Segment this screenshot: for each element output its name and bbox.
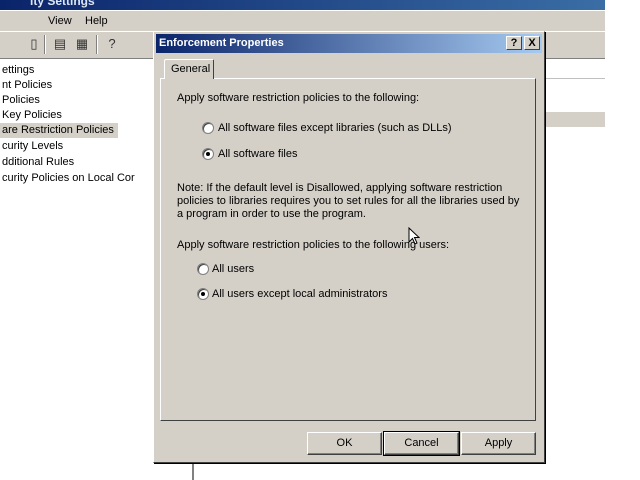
export-list-icon[interactable]: ▦ bbox=[74, 36, 90, 52]
toolbar-separator bbox=[96, 35, 98, 54]
tree-item[interactable]: ettings bbox=[0, 63, 38, 78]
cancel-button[interactable]: Cancel bbox=[383, 431, 460, 456]
help-button[interactable]: ? bbox=[506, 36, 522, 50]
mmc-title-bar: ity Settings bbox=[0, 0, 605, 10]
radio-all-software-files[interactable] bbox=[202, 148, 214, 160]
mmc-title: ity Settings bbox=[30, 0, 95, 8]
tree-item[interactable]: dditional Rules bbox=[0, 155, 78, 170]
details-divider bbox=[545, 78, 605, 79]
close-button[interactable]: X bbox=[524, 36, 540, 50]
radio-all-users-label[interactable]: All users bbox=[212, 263, 254, 275]
libraries-note: Note: If the default level is Disallowed… bbox=[177, 182, 520, 220]
radio-all-users-except-admins[interactable] bbox=[197, 288, 209, 300]
menu-help[interactable]: Help bbox=[85, 15, 108, 27]
tree-item[interactable]: curity Policies on Local Cor bbox=[0, 171, 139, 186]
properties-icon[interactable]: ▤ bbox=[52, 36, 68, 52]
tree-item-selected[interactable]: are Restriction Policies bbox=[0, 123, 118, 138]
radio-all-users-except-admins-label[interactable]: All users except local administrators bbox=[212, 288, 387, 300]
mouse-cursor-icon bbox=[408, 227, 420, 245]
radio-files-except-libraries-label[interactable]: All software files except libraries (suc… bbox=[218, 122, 452, 134]
tree-item[interactable]: curity Levels bbox=[0, 139, 67, 154]
open-icon[interactable]: ▯ bbox=[26, 36, 42, 52]
apply-button[interactable]: Apply bbox=[461, 432, 536, 455]
menu-bar: View Help bbox=[0, 11, 605, 32]
menu-view[interactable]: View bbox=[48, 15, 72, 27]
details-pane bbox=[545, 60, 605, 460]
toolbar-separator bbox=[44, 35, 46, 54]
radio-all-users[interactable] bbox=[197, 263, 209, 275]
enforcement-properties-dialog: Enforcement Properties ? X General Apply… bbox=[153, 31, 545, 463]
tree-item[interactable]: Key Policies bbox=[0, 108, 66, 123]
pane-splitter bbox=[192, 462, 194, 480]
tree-item[interactable]: Policies bbox=[0, 93, 44, 108]
radio-files-except-libraries[interactable] bbox=[202, 122, 214, 134]
dialog-title-bar[interactable]: Enforcement Properties ? X bbox=[156, 34, 542, 53]
tab-general[interactable]: General bbox=[164, 59, 214, 79]
help-icon[interactable]: ? bbox=[104, 36, 120, 52]
details-row[interactable] bbox=[545, 112, 605, 127]
section1-label: Apply software restriction policies to t… bbox=[177, 92, 420, 104]
tree-item[interactable]: nt Policies bbox=[0, 78, 56, 93]
dialog-title: Enforcement Properties bbox=[159, 37, 284, 49]
tab-general-label: General bbox=[171, 63, 211, 75]
ok-button[interactable]: OK bbox=[307, 432, 382, 455]
radio-all-software-files-label[interactable]: All software files bbox=[218, 148, 297, 160]
